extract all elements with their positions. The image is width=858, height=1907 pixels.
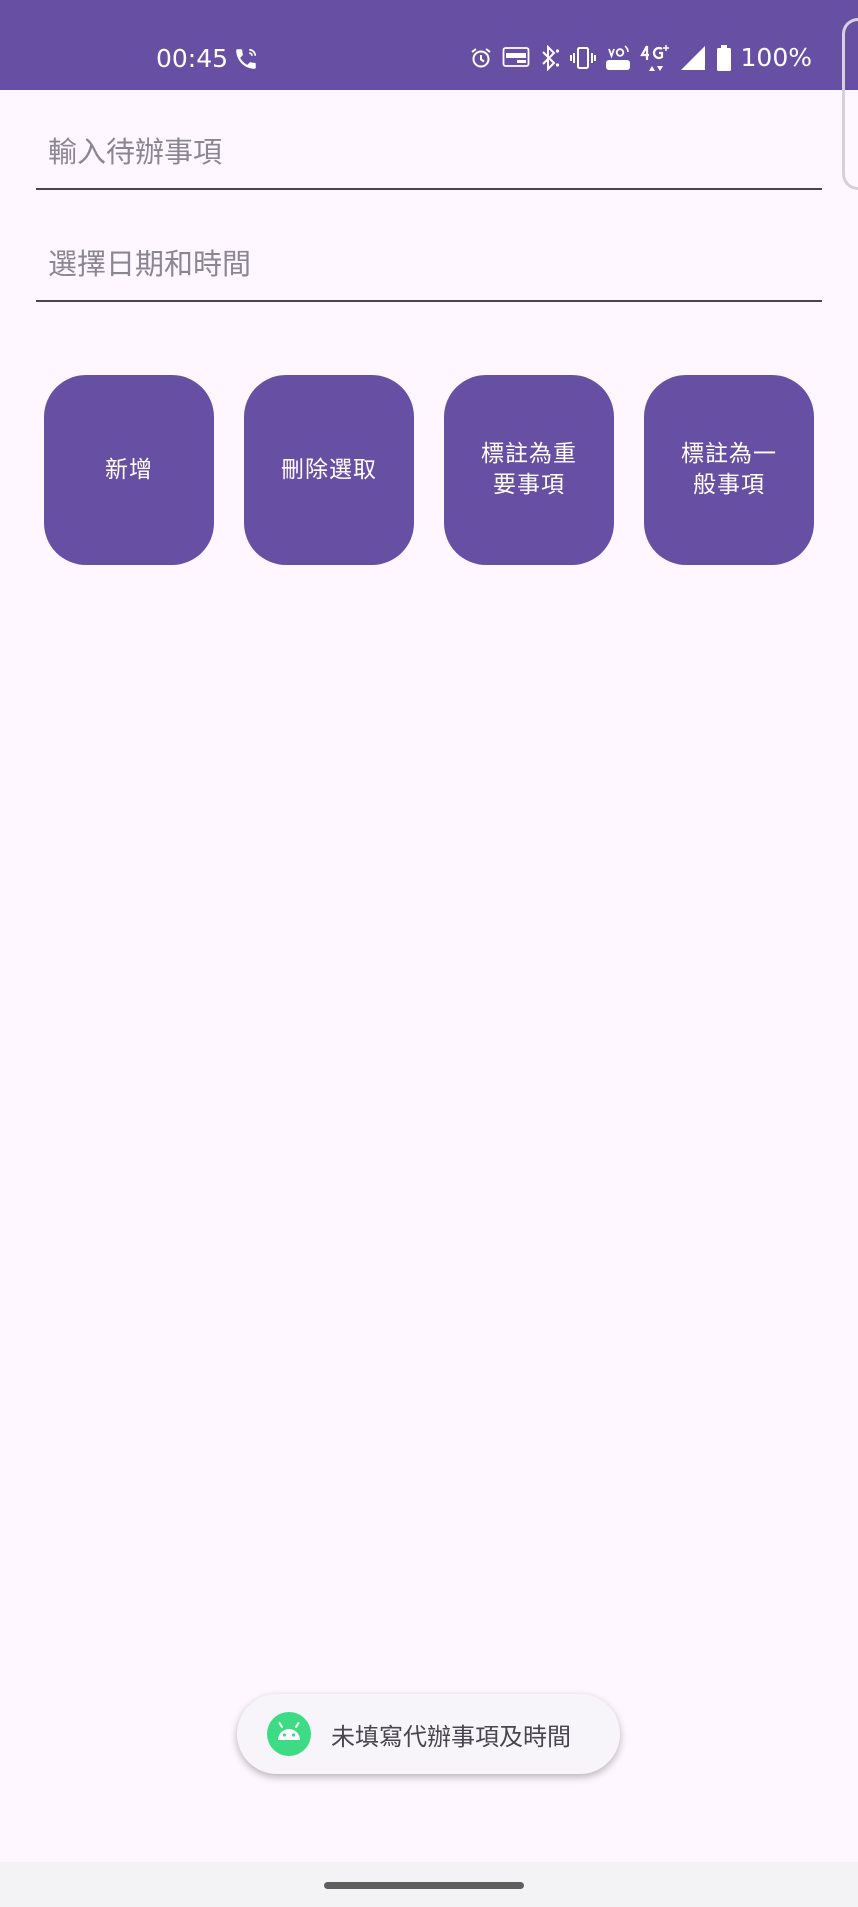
vibrate-icon [569, 47, 596, 69]
edge-panel-handle[interactable] [842, 18, 858, 190]
datetime-input[interactable] [36, 232, 822, 302]
bluetooth-icon [541, 45, 559, 71]
delete-selected-button-label: 刪除選取 [281, 456, 377, 483]
action-button-row: 新增 刪除選取 標註為重要事項 標註為一般事項 [44, 375, 814, 565]
status-time: 00:45 [156, 44, 229, 73]
delete-selected-button[interactable]: 刪除選取 [244, 375, 414, 565]
battery-icon [716, 45, 731, 71]
home-gesture-handle[interactable] [324, 1882, 524, 1889]
mark-normal-button-label: 標註為一般事項 [681, 441, 777, 498]
alarm-icon [470, 48, 491, 68]
todo-input[interactable] [36, 120, 822, 190]
signal-icon [680, 46, 705, 70]
call-icon [236, 48, 257, 69]
status-bar: 00:45 100% [0, 0, 858, 190]
volte-icon [605, 45, 630, 70]
status-icons: 100% [469, 38, 812, 78]
mark-important-button[interactable]: 標註為重要事項 [444, 375, 614, 565]
navigation-bar [0, 1862, 858, 1907]
mark-normal-button[interactable]: 標註為一般事項 [644, 375, 814, 565]
auto-hd-icon [502, 47, 529, 67]
toast-message: 未填寫代辦事項及時間 [331, 1722, 571, 1751]
battery-percentage: 100% [740, 43, 812, 72]
add-button-label: 新增 [105, 456, 153, 483]
mark-important-button-label: 標註為重要事項 [481, 441, 577, 498]
4g-icon [639, 45, 669, 71]
add-button[interactable]: 新增 [44, 375, 214, 565]
android-icon [267, 1712, 311, 1756]
toast: 未填寫代辦事項及時間 [237, 1694, 620, 1774]
